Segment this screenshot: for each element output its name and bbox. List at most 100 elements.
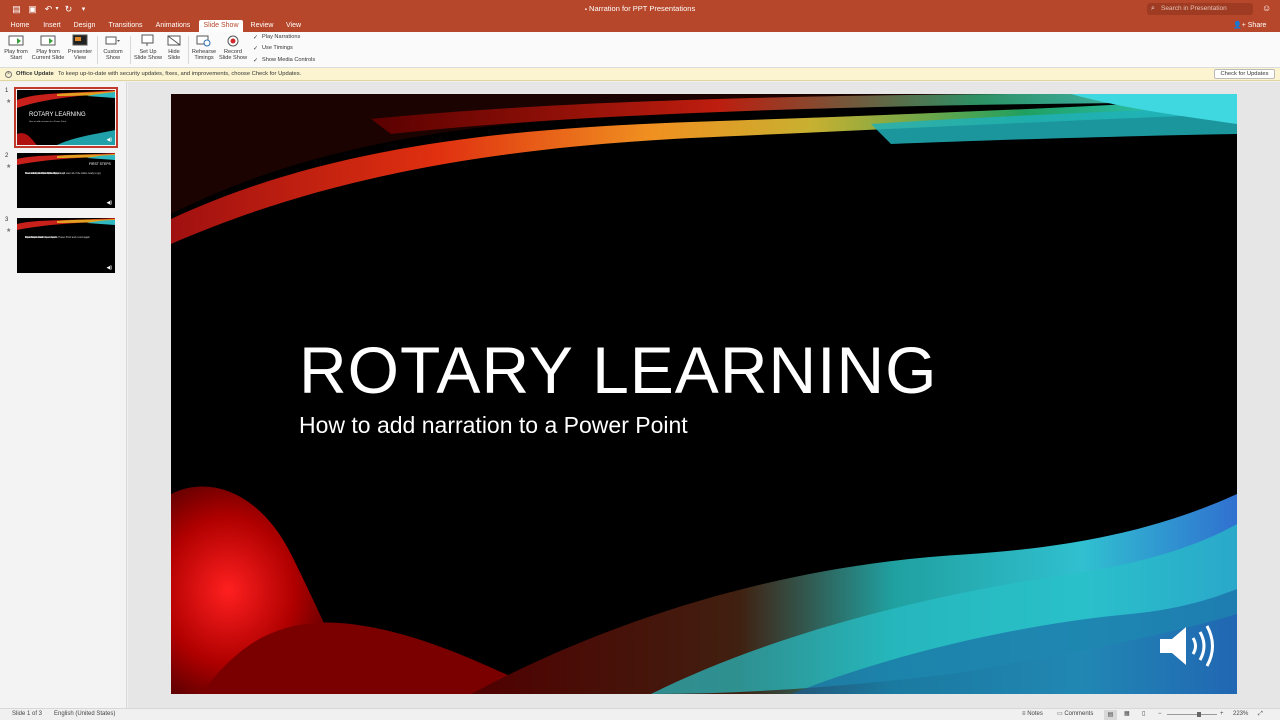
hide-slide-button[interactable]: Hide Slide <box>163 34 185 61</box>
play-from-current-slide-button[interactable]: Play from Current Slide <box>30 34 66 61</box>
thumbnail-subtitle: How to add narration to a Power Point <box>29 121 66 123</box>
search-placeholder: Search in Presentation <box>1161 5 1227 12</box>
ribbon: Play from Start Play from Current Slide … <box>0 32 1280 68</box>
slide-editor[interactable]: ROTARY LEARNING How to add narration to … <box>128 82 1280 708</box>
record-slide-show-icon <box>227 35 239 47</box>
animation-star-icon: ★ <box>6 164 12 170</box>
ribbon-divider <box>97 36 98 64</box>
record-label-2: Slide Show <box>219 55 247 61</box>
zoom-slider-handle[interactable] <box>1197 712 1201 717</box>
zoom-slider[interactable] <box>1167 714 1217 715</box>
comments-button[interactable]: ▭ Comments <box>1057 709 1093 720</box>
presenter-view-icon <box>72 34 88 46</box>
slide-sorter-icon[interactable]: ▦ <box>1124 709 1130 720</box>
zoom-level[interactable]: 223% <box>1233 709 1248 720</box>
animation-star-icon: ★ <box>6 99 12 105</box>
show-media-controls-label: Show Media Controls <box>262 57 316 63</box>
audio-speaker-icon[interactable] <box>1156 619 1220 673</box>
speaker-icon: ◀) <box>106 200 112 206</box>
share-label: Share <box>1247 22 1267 29</box>
custom-show-label-2: Show <box>106 55 120 61</box>
zoom-in-icon[interactable]: + <box>1220 709 1224 720</box>
set-up-slide-show-icon <box>141 34 154 46</box>
thumbnail-number: 1 <box>5 88 9 94</box>
play-from-start-button[interactable]: Play from Start <box>2 34 30 61</box>
tab-home[interactable]: Home <box>6 20 34 32</box>
status-bar: Slide 1 of 3 English (United States) ≡ N… <box>0 708 1280 720</box>
hide-slide-label-2: Slide <box>167 55 181 61</box>
ribbon-divider <box>130 36 131 64</box>
speaker-icon: ◀) <box>106 265 112 271</box>
tab-insert[interactable]: Insert <box>38 20 66 32</box>
slide-thumbnail-2[interactable]: FIRST STEPS Create a Power Point (Ideall… <box>17 153 115 208</box>
document-title: ▪ Narration for PPT Presentations <box>0 4 1280 13</box>
animation-star-icon: ★ <box>6 228 12 234</box>
rehearse-timings-button[interactable]: Rehearse Timings <box>190 34 218 61</box>
tab-review[interactable]: Review <box>247 20 277 32</box>
use-timings-checkbox[interactable]: ✓ Use Timings <box>253 44 293 52</box>
comments-label: Comments <box>1064 711 1094 717</box>
search-icon: ⌕ <box>1151 5 1155 12</box>
play-from-start-icon <box>8 35 24 46</box>
check-for-updates-button[interactable]: Check for Updates <box>1214 69 1275 79</box>
thumbnail-title: ROTARY LEARNING <box>29 112 86 118</box>
tab-slide-show[interactable]: Slide Show <box>199 20 243 32</box>
slide-thumbnail-3[interactable]: Click Stop to end the narration Next Sel… <box>17 218 115 273</box>
custom-show-button[interactable]: Custom Show <box>100 34 126 61</box>
play-narrations-checkbox[interactable]: ✓ Play Narrations <box>253 33 300 41</box>
tab-animations[interactable]: Animations <box>151 20 195 32</box>
normal-view-icon[interactable]: ▤ <box>1104 710 1117 720</box>
share-button[interactable]: 👤+ Share <box>1233 20 1266 32</box>
play-from-current-label-2: Current Slide <box>31 55 65 61</box>
title-bar: ▤ ▣ ↶ ▾ ↻ ▾ ▪ Narration for PPT Presenta… <box>0 0 1280 19</box>
presenter-view-button[interactable]: Presenter View <box>66 34 94 61</box>
feedback-smiley-icon[interactable]: ☺ <box>1262 3 1271 13</box>
notes-icon: ≡ <box>1022 711 1026 717</box>
show-media-controls-checkbox[interactable]: ✓ Show Media Controls <box>253 56 315 64</box>
checkmark-icon: ✓ <box>253 35 259 41</box>
ribbon-tabs: Home Insert Design Transitions Animation… <box>0 19 1280 32</box>
checkmark-icon: ✓ <box>253 46 259 52</box>
notes-button[interactable]: ≡ Notes <box>1022 709 1043 720</box>
custom-show-icon <box>105 36 120 45</box>
ribbon-divider <box>188 36 189 64</box>
reading-view-icon[interactable]: ▯ <box>1142 709 1145 720</box>
slide-count: Slide 1 of 3 <box>12 711 43 717</box>
use-timings-label: Use Timings <box>262 45 293 51</box>
thumbnail-number: 3 <box>5 217 9 223</box>
fit-to-window-icon[interactable]: ⤢ <box>1258 709 1263 720</box>
comments-icon: ▭ <box>1057 711 1063 717</box>
notes-label: Notes <box>1027 711 1043 717</box>
zoom-out-icon[interactable]: − <box>1158 709 1162 720</box>
slide-thumbnail-1[interactable]: ROTARY LEARNING How to add narration to … <box>14 87 118 148</box>
hide-slide-icon <box>167 35 181 46</box>
document-title-text: Narration for PPT Presentations <box>589 4 696 13</box>
thumbnail-bullet: Start talking and press the arrow keys <box>25 172 65 175</box>
thumbnail-bullet: If you want to edit, open up the Power P… <box>25 236 90 239</box>
update-title: Office Update <box>16 71 54 77</box>
record-slide-show-button[interactable]: Record Slide Show <box>218 34 248 61</box>
thumbnail-number: 2 <box>5 153 9 159</box>
slide-title[interactable]: ROTARY LEARNING <box>299 332 938 408</box>
presenter-view-label-2: View <box>73 55 87 61</box>
current-slide[interactable]: ROTARY LEARNING How to add narration to … <box>171 94 1237 694</box>
set-up-slide-show-button[interactable]: Set Up Slide Show <box>133 34 163 61</box>
play-narrations-label: Play Narrations <box>262 34 301 40</box>
tab-view[interactable]: View <box>281 20 306 32</box>
speaker-icon: ◀) <box>106 137 112 143</box>
tab-transitions[interactable]: Transitions <box>104 20 147 32</box>
tab-design[interactable]: Design <box>70 20 99 32</box>
add-person-icon: 👤+ <box>1233 22 1246 29</box>
language-indicator[interactable]: English (United States) <box>54 709 115 720</box>
search-input[interactable]: ⌕ Search in Presentation <box>1147 3 1253 15</box>
slide-subtitle[interactable]: How to add narration to a Power Point <box>299 412 688 439</box>
rehearse-label-2: Timings <box>194 55 214 61</box>
play-from-current-icon <box>40 35 56 46</box>
rehearse-timings-icon <box>196 35 211 47</box>
close-icon[interactable]: × <box>5 71 12 78</box>
slide-thumbnail-pane[interactable]: 1 ★ ROTARY LEARNING How to add narration… <box>0 82 127 708</box>
update-message: To keep up-to-date with security updates… <box>58 71 302 77</box>
thumbnail-title: FIRST STEPS <box>89 162 111 166</box>
office-update-bar: × Office Update To keep up-to-date with … <box>0 68 1280 81</box>
document-icon: ▪ <box>584 7 587 13</box>
